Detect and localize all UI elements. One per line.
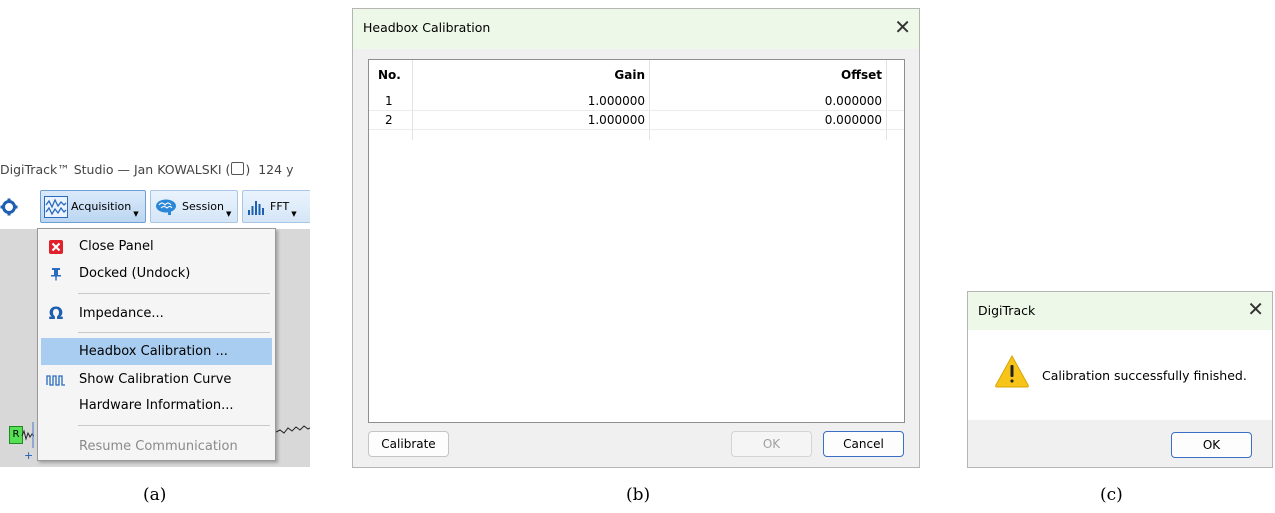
- caption-c: (c): [1100, 485, 1123, 505]
- menu-item-resume-communication: Resume Communication: [41, 433, 272, 460]
- calibration-table: No. Gain Offset 1 1.000000 0.000000 2 1.…: [368, 59, 905, 423]
- close-icon[interactable]: ✕: [894, 15, 911, 39]
- close-icon[interactable]: ✕: [1247, 297, 1264, 321]
- menu-item-hardware-information[interactable]: Hardware Information...: [41, 392, 272, 419]
- session-label: Session: [182, 200, 224, 213]
- table-row[interactable]: 2 1.000000 0.000000: [369, 111, 904, 130]
- calibrate-button[interactable]: Calibrate: [368, 431, 449, 457]
- app-title-text: DigiTrack™ Studio — Jan KOWALSKI (: [0, 162, 231, 177]
- caption-b: (b): [626, 485, 651, 505]
- panel-a-app-screenshot: DigiTrack™ Studio — Jan KOWALSKI () 124 …: [0, 155, 310, 467]
- omega-icon: Ω: [48, 303, 64, 324]
- fft-button[interactable]: FFT ▼: [242, 190, 310, 223]
- cell-no: 1: [385, 94, 393, 108]
- gear-icon: [0, 198, 18, 215]
- eeg-plus-mark: +: [24, 449, 34, 462]
- brain-icon: [156, 199, 176, 215]
- calibration-finished-message-box: DigiTrack ✕ Calibration successfully fin…: [967, 291, 1273, 468]
- eeg-waveform: [21, 422, 34, 448]
- acquisition-icon: [44, 195, 68, 218]
- dialog-titlebar: Headbox Calibration ✕: [353, 9, 919, 49]
- eeg-trace-right: [275, 420, 310, 440]
- menu-item-label: Hardware Information...: [79, 398, 234, 413]
- app-title-suffix: 124 y: [258, 162, 294, 177]
- menu-item-label: Resume Communication: [79, 439, 238, 454]
- menu-item-headbox-calibration[interactable]: Headbox Calibration ...: [41, 338, 272, 365]
- menu-separator: [78, 293, 270, 294]
- eeg-waveform: [275, 425, 310, 434]
- menu-item-docked[interactable]: Docked (Undock): [41, 260, 272, 287]
- cell-gain: 1.000000: [587, 113, 645, 127]
- gear-button[interactable]: [0, 190, 26, 223]
- fft-label: FFT: [270, 200, 290, 213]
- context-menu: Close Panel Docked (Undock) Ω Impedance.…: [37, 228, 276, 461]
- dialog-title: Headbox Calibration: [363, 20, 491, 35]
- eeg-trace-left: R +: [0, 422, 34, 467]
- table-row[interactable]: 1 1.000000 0.000000: [369, 92, 904, 111]
- menu-separator: [78, 425, 270, 426]
- dialog-titlebar: DigiTrack ✕: [968, 292, 1272, 330]
- caption-a: (a): [143, 485, 167, 505]
- menu-separator: [78, 332, 270, 333]
- chevron-down-icon: ▼: [133, 210, 139, 218]
- menu-item-close-panel[interactable]: Close Panel: [41, 233, 272, 260]
- table-header: No. Gain Offset: [369, 60, 904, 90]
- toolbar: Acquisition ▼ Session ▼ FFT ▼: [0, 188, 310, 226]
- headbox-calibration-dialog: Headbox Calibration ✕ No. Gain Offset 1 …: [352, 8, 920, 468]
- dialog-title: DigiTrack: [978, 303, 1036, 318]
- menu-item-label: Close Panel: [79, 239, 154, 254]
- cell-no: 2: [385, 113, 393, 127]
- cell-gain: 1.000000: [587, 94, 645, 108]
- close-red-x-icon: [41, 239, 71, 254]
- patient-icon: [231, 162, 245, 175]
- menu-item-label: Docked (Undock): [79, 266, 191, 281]
- cancel-button[interactable]: Cancel: [823, 431, 904, 457]
- acquisition-label: Acquisition: [71, 200, 132, 213]
- column-header-gain[interactable]: Gain: [413, 60, 649, 90]
- menu-item-impedance[interactable]: Ω Impedance...: [41, 300, 272, 327]
- menu-item-label: Headbox Calibration ...: [79, 344, 228, 359]
- ok-button[interactable]: OK: [1171, 432, 1252, 458]
- chevron-down-icon: ▼: [225, 210, 232, 218]
- ok-button-disabled: OK: [731, 431, 812, 457]
- pin-icon: [41, 267, 71, 281]
- warning-icon: [995, 354, 1029, 388]
- session-button[interactable]: Session ▼: [150, 190, 238, 223]
- menu-item-show-calibration-curve[interactable]: Show Calibration Curve: [41, 366, 272, 393]
- message-text: Calibration successfully finished.: [1042, 368, 1247, 383]
- menu-item-label: Show Calibration Curve: [79, 372, 232, 387]
- cell-offset: 0.000000: [824, 113, 882, 127]
- fft-bars-icon: [248, 200, 264, 215]
- app-window-title: DigiTrack™ Studio — Jan KOWALSKI () 124 …: [0, 162, 294, 177]
- chevron-down-icon: ▼: [291, 210, 297, 218]
- acquisition-button[interactable]: Acquisition ▼: [40, 190, 146, 223]
- calibration-curve-icon: [41, 374, 71, 386]
- column-header-no[interactable]: No.: [369, 60, 412, 90]
- cell-offset: 0.000000: [824, 94, 882, 108]
- dialog-footer: OK: [968, 420, 1272, 467]
- menu-item-label: Impedance...: [79, 306, 164, 321]
- column-header-offset[interactable]: Offset: [650, 60, 886, 90]
